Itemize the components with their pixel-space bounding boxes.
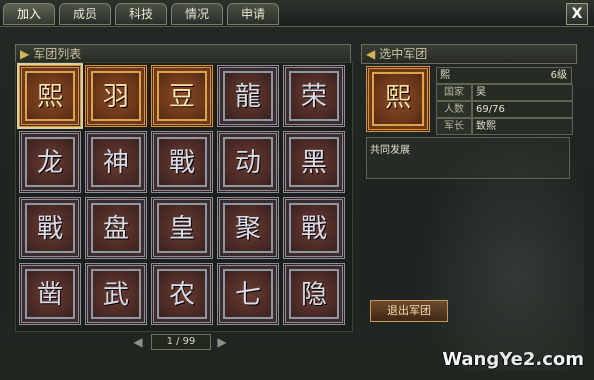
guild-tile[interactable]: 农 [151, 263, 213, 325]
guild-tile-char: 聚 [234, 214, 261, 244]
country-label: 国家 [436, 84, 472, 101]
leader-value: 致熙 [472, 118, 573, 135]
selected-guild-emblem: 熙 [366, 66, 430, 132]
guild-tile[interactable]: 豆 [151, 65, 213, 127]
guild-tile-char: 豆 [168, 82, 195, 112]
guild-tile[interactable]: 神 [85, 131, 147, 193]
guild-name: 熙 [440, 70, 450, 81]
guild-tile-char: 龍 [234, 82, 261, 112]
tab-join[interactable]: 加入 [3, 3, 55, 25]
guild-tile[interactable]: 戰 [283, 197, 345, 259]
guild-list-header: ▶ 军团列表 [15, 44, 351, 64]
watermark-text: WangYe2.com [442, 349, 584, 370]
guild-tile[interactable]: 聚 [217, 197, 279, 259]
guild-tile-char: 神 [102, 148, 129, 178]
guild-tile-char: 戰 [168, 148, 195, 178]
guild-grid: 熙羽豆龍荣龙神戰动黑戰盘皇聚戰凿武农七隐 [15, 62, 353, 332]
guild-window: 加入 成员 科技 情况 申请 X ▶ 军团列表 熙羽豆龍荣龙神戰动黑戰盘皇聚戰凿武… [0, 0, 594, 380]
guild-tile[interactable]: 戰 [151, 131, 213, 193]
guild-tile-char: 戰 [36, 214, 63, 244]
guild-tile[interactable]: 羽 [85, 65, 147, 127]
tab-tech[interactable]: 科技 [115, 3, 167, 25]
guild-tile-char: 凿 [36, 280, 63, 310]
emblem-tile: 熙 [366, 66, 430, 132]
guild-tile[interactable]: 龙 [19, 131, 81, 193]
guild-tile-char: 荣 [300, 82, 327, 112]
guild-tile-char: 隐 [300, 280, 327, 310]
guild-tile[interactable]: 皇 [151, 197, 213, 259]
emblem-char: 熙 [384, 83, 411, 113]
guild-tile[interactable]: 隐 [283, 263, 345, 325]
guild-tile-char: 七 [234, 280, 261, 310]
prev-page-arrow-icon[interactable]: ◀ [132, 334, 144, 350]
guild-tile[interactable]: 七 [217, 263, 279, 325]
guild-tile[interactable]: 龍 [217, 65, 279, 127]
guild-tile-char: 皇 [168, 214, 195, 244]
guild-tile[interactable]: 黑 [283, 131, 345, 193]
guild-tile[interactable]: 熙 [17, 63, 83, 129]
close-button[interactable]: X [566, 3, 588, 25]
guild-tile-char: 武 [102, 280, 129, 310]
triangle-icon: ▶ [20, 47, 30, 61]
page-indicator: 1 / 99 [151, 334, 211, 350]
guild-level: 6级 [550, 70, 567, 81]
selected-guild-header: ◀ 选中军团 [361, 44, 577, 64]
guild-tile[interactable]: 动 [217, 131, 279, 193]
country-value: 吴 [472, 84, 573, 101]
guild-tile-char: 黑 [300, 148, 327, 178]
next-page-arrow-icon[interactable]: ▶ [216, 334, 228, 350]
guild-list-title: 军团列表 [33, 47, 82, 61]
guild-tile-char: 动 [234, 148, 261, 178]
guild-tile-char: 戰 [300, 214, 327, 244]
guild-motto: 共同发展 [366, 137, 570, 179]
tab-status[interactable]: 情况 [171, 3, 223, 25]
guild-tile-char: 农 [168, 280, 195, 310]
guild-tile-char: 盘 [102, 214, 129, 244]
guild-tile[interactable]: 戰 [19, 197, 81, 259]
tab-bar: 加入 成员 科技 情况 申请 X [0, 0, 594, 27]
quit-guild-button[interactable]: 退出军团 [370, 300, 448, 322]
members-value: 69/76 [472, 101, 573, 118]
guild-tile[interactable]: 荣 [283, 65, 345, 127]
guild-tile[interactable]: 武 [85, 263, 147, 325]
tab-apply[interactable]: 申请 [227, 3, 279, 25]
guild-tile[interactable]: 盘 [85, 197, 147, 259]
selected-guild-title: 选中军团 [379, 47, 428, 61]
guild-name-row: 熙 6级 [436, 67, 572, 84]
guild-tile-char: 羽 [102, 82, 129, 112]
guild-tile-char: 龙 [36, 148, 63, 178]
triangle-left-icon: ◀ [366, 47, 376, 61]
guild-tile-char: 熙 [36, 82, 63, 112]
tab-members[interactable]: 成员 [59, 3, 111, 25]
pager: ◀ 1 / 99 ▶ [132, 334, 228, 350]
guild-tile[interactable]: 凿 [19, 263, 81, 325]
members-label: 人数 [436, 101, 472, 118]
leader-label: 军长 [436, 118, 472, 135]
